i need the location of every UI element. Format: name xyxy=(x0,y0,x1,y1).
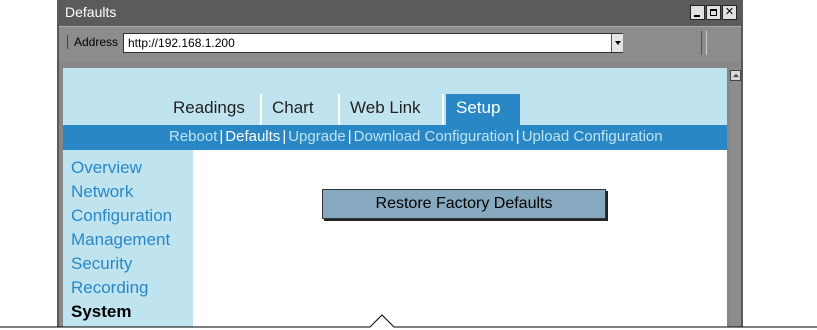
sidebar-item-network[interactable]: Network xyxy=(63,180,193,204)
tab-web-link[interactable]: Web Link xyxy=(340,94,444,125)
sidebar: Overview Network Configuration Managemen… xyxy=(63,150,193,330)
tab-readings[interactable]: Readings xyxy=(163,94,262,125)
tab-setup[interactable]: Setup xyxy=(446,94,520,125)
window-controls: ✕ xyxy=(689,5,737,20)
close-icon[interactable]: ✕ xyxy=(722,5,737,20)
sidebar-item-management[interactable]: Management xyxy=(63,228,193,252)
subnav-download-configuration[interactable]: Download Configuration xyxy=(354,128,514,145)
sidebar-item-recording[interactable]: Recording xyxy=(63,276,193,300)
scroll-up-icon[interactable] xyxy=(730,70,741,81)
subnav-divider: | xyxy=(515,128,520,145)
minimize-icon[interactable] xyxy=(690,5,705,20)
subnav-defaults[interactable]: Defaults xyxy=(225,128,280,145)
sub-navigation: Reboot | Defaults | Upgrade | Download Configu… xyxy=(63,125,727,150)
address-bar: Address http://192.168.1.200 xyxy=(59,26,741,62)
subnav-divider: | xyxy=(219,128,224,145)
subnav-upload-configuration[interactable]: Upload Configuration xyxy=(522,128,663,145)
subnav-divider: | xyxy=(282,128,287,145)
subnav-divider: | xyxy=(347,128,352,145)
dropdown-arrow-icon[interactable] xyxy=(611,34,623,52)
sidebar-item-system[interactable]: System xyxy=(63,300,193,324)
tab-strip: Readings Chart Web Link Setup xyxy=(63,68,727,125)
maximize-icon[interactable] xyxy=(706,5,721,20)
window-title: Defaults xyxy=(65,4,117,20)
title-bar: Defaults ✕ xyxy=(59,0,741,26)
address-input[interactable]: http://192.168.1.200 xyxy=(123,33,623,53)
vertical-scrollbar[interactable] xyxy=(730,68,741,330)
tab-chart[interactable]: Chart xyxy=(262,94,340,125)
page-viewport: Readings Chart Web Link Setup Reboot | Def… xyxy=(63,68,727,330)
sidebar-item-security[interactable]: Security xyxy=(63,252,193,276)
restore-factory-defaults-button[interactable]: Restore Factory Defaults xyxy=(322,189,606,219)
browser-window: Defaults ✕ Address http://192.168.1.200 … xyxy=(57,0,743,330)
subnav-upgrade[interactable]: Upgrade xyxy=(288,128,346,145)
address-label: Address xyxy=(67,35,118,49)
sidebar-item-overview[interactable]: Overview xyxy=(63,156,193,180)
toolbar-separator xyxy=(701,31,707,55)
subnav-reboot[interactable]: Reboot xyxy=(169,128,217,145)
sidebar-item-configuration[interactable]: Configuration xyxy=(63,204,193,228)
